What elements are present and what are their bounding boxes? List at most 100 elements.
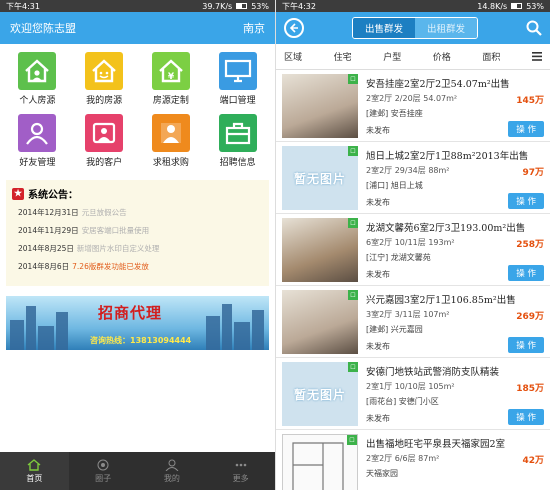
listing-meta: 2室1厅 10/10层 105m² (366, 382, 455, 391)
listing-price: 97万 (522, 168, 544, 178)
listing-status: 未发布 (366, 198, 390, 207)
listing-item[interactable]: 暂无图片 ☐ 安德门地铁站武警消防支队精装 2室1厅 10/10层 105m² 185万… (276, 358, 550, 430)
listing-price: 42万 (522, 456, 544, 466)
listing-meta: 2室2厅 6/6层 87m² (366, 454, 440, 463)
battery-icon (511, 3, 523, 9)
listing-status: 未发布 (366, 270, 390, 279)
city-selector[interactable]: 南京 (243, 20, 265, 36)
battery-icon (236, 3, 248, 9)
listing-list: ☐ 安吾挂座2室2厅2卫54.07m²出售 2室2厅 2/20层 54.07m² 14… (276, 70, 550, 490)
listing-title: 出售福地旺宅平泉县天福家园2室 (366, 439, 506, 450)
function-grid: 个人房源 我的房源 ¥ 房源定制 端口管理好友管理 我的客户 求租求购 招聘信息 (0, 44, 275, 168)
filter-price[interactable]: 价格 (433, 50, 451, 63)
banner-title: 招商代理 (98, 304, 163, 322)
operate-button[interactable]: 操 作 (508, 265, 544, 281)
operate-button[interactable]: 操 作 (508, 337, 544, 353)
select-badge-icon[interactable]: ☐ (348, 74, 358, 84)
listing-meta: 3室2厅 3/11层 107m² (366, 310, 450, 319)
grid-item-label: 招聘信息 (219, 158, 256, 168)
customer-icon (85, 114, 124, 152)
listing-meta: 2室2厅 2/20层 54.07m² (366, 94, 458, 103)
filter-size[interactable]: 面积 (482, 50, 500, 63)
back-button[interactable] (284, 18, 304, 38)
tab-sale-broadcast[interactable]: 出售群发 (352, 18, 415, 38)
listing-address: [江宁] 龙湖文馨苑 (366, 253, 431, 262)
tab-mine[interactable]: 我的 (138, 452, 207, 490)
property-photo: ☐ (282, 218, 358, 282)
listing-item[interactable]: ☐ 龙湖文馨苑6室2厅3卫193.00m²出售 6室2厅 10/11层 193m² 2… (276, 214, 550, 286)
search-icon[interactable] (526, 20, 542, 36)
grid-item[interactable]: 好友管理 (4, 114, 71, 168)
property-photo: ☐ (282, 74, 358, 138)
select-badge-icon[interactable]: ☐ (347, 435, 357, 445)
bottom-tabbar: 首页 圈子 我的 更多 (0, 452, 275, 490)
notice-date: 2014年12月31日 (18, 208, 79, 217)
right-screen: 下午4:32 14.8K/s 53% 出售群发 出租群发 区域 住宅 户型 价格 … (275, 0, 550, 490)
listing-item[interactable]: ☐ 出售福地旺宅平泉县天福家园2室 2室2厅 6/6层 87m² 42万 天福家园 (276, 430, 550, 490)
property-photo: ☐ (282, 290, 358, 354)
grid-item[interactable]: 我的房源 (71, 52, 138, 106)
listing-title: 安德门地铁站武警消防支队精装 (366, 367, 500, 378)
listing-item[interactable]: ☐ 兴元嘉园3室2厅1卫106.85m²出售 3室2厅 3/11层 107m² 269… (276, 286, 550, 358)
listing-address: [建邺] 安吾挂座 (366, 109, 423, 118)
notice-title: 系统公告： (28, 190, 78, 201)
mode-switch: 出售群发 出租群发 (351, 17, 479, 39)
left-screen: 下午4:31 39.7K/s 53% 欢迎您陈志盟 南京 个人房源 我的房源 ¥ 房源定… (0, 0, 275, 490)
listing-address: [浦口] 旭日上城 (366, 181, 423, 190)
tab-rent-broadcast[interactable]: 出租群发 (415, 18, 478, 38)
home-header: 欢迎您陈志盟 南京 (0, 12, 275, 44)
home-icon (27, 458, 41, 471)
notice-row[interactable]: 2014年11月29日 安居客端口批量使用 (18, 225, 263, 236)
house-smile-icon (85, 52, 124, 90)
notice-row[interactable]: 2014年8月25日 新增图片水印自定义处理 (18, 243, 263, 254)
tab-mine-label: 我的 (163, 473, 180, 483)
grid-item[interactable]: 个人房源 (4, 52, 71, 106)
tab-circle[interactable]: 圈子 (69, 452, 138, 490)
system-notice: ★ 系统公告： 2014年12月31日 元旦放假公告 2014年11月29日 安居客端口… (6, 180, 269, 286)
welcome-title: 欢迎您陈志盟 (10, 22, 76, 35)
grid-item[interactable]: 求租求购 (138, 114, 205, 168)
grid-item-label: 求租求购 (152, 158, 189, 168)
listing-price: 258万 (516, 240, 544, 250)
list-menu-icon[interactable] (531, 52, 542, 61)
notice-date: 2014年11月29日 (18, 226, 79, 235)
listing-title: 龙湖文馨苑6室2厅3卫193.00m²出售 (366, 223, 526, 234)
grid-item[interactable]: 招聘信息 (204, 114, 271, 168)
network-speed: 14.8K/s (477, 1, 508, 11)
notice-text: 新增图片水印自定义处理 (76, 244, 160, 253)
status-bar: 下午4:31 39.7K/s 53% (0, 0, 275, 12)
operate-button[interactable]: 操 作 (508, 193, 544, 209)
promo-banner[interactable]: 招商代理 咨询热线：13813094444 (6, 296, 269, 350)
grid-item-label: 我的客户 (86, 158, 123, 168)
listing-item[interactable]: 暂无图片 ☐ 旭日上城2室2厅1卫88m²2013年出售 2室2厅 29/34层 88… (276, 142, 550, 214)
operate-button[interactable]: 操 作 (508, 121, 544, 137)
tab-more[interactable]: 更多 (206, 452, 275, 490)
grid-item[interactable]: 我的客户 (71, 114, 138, 168)
filter-type[interactable]: 住宅 (334, 50, 352, 63)
banner-phone: 咨询热线：13813094444 (90, 336, 192, 345)
notice-text: 7.26版群发功能已发放 (72, 262, 149, 271)
listing-item[interactable]: ☐ 安吾挂座2室2厅2卫54.07m²出售 2室2厅 2/20层 54.07m² 14… (276, 70, 550, 142)
star-icon: ★ (12, 187, 24, 200)
filter-layout[interactable]: 户型 (383, 50, 401, 63)
tab-home[interactable]: 首页 (0, 452, 69, 490)
back-arrow-icon (289, 23, 298, 33)
select-badge-icon[interactable]: ☐ (348, 146, 358, 156)
status-time: 下午4:32 (282, 1, 316, 11)
select-badge-icon[interactable]: ☐ (348, 218, 358, 228)
notice-row[interactable]: 2014年8月6日 7.26版群发功能已发放 (18, 261, 263, 272)
filter-area[interactable]: 区域 (284, 50, 302, 63)
notice-row[interactable]: 2014年12月31日 元旦放假公告 (18, 207, 263, 218)
battery-level: 53% (526, 1, 544, 11)
more-icon (235, 463, 246, 466)
no-image-placeholder: 暂无图片 ☐ (282, 362, 358, 426)
grid-item-label: 我的房源 (86, 96, 123, 106)
operate-button[interactable]: 操 作 (508, 409, 544, 425)
select-badge-icon[interactable]: ☐ (348, 362, 358, 372)
grid-item[interactable]: 端口管理 (204, 52, 271, 106)
grid-item[interactable]: ¥ 房源定制 (138, 52, 205, 106)
select-badge-icon[interactable]: ☐ (348, 290, 358, 300)
listing-title: 旭日上城2室2厅1卫88m²2013年出售 (366, 151, 529, 162)
status-time: 下午4:31 (6, 1, 40, 11)
notice-date: 2014年8月6日 (18, 262, 70, 271)
